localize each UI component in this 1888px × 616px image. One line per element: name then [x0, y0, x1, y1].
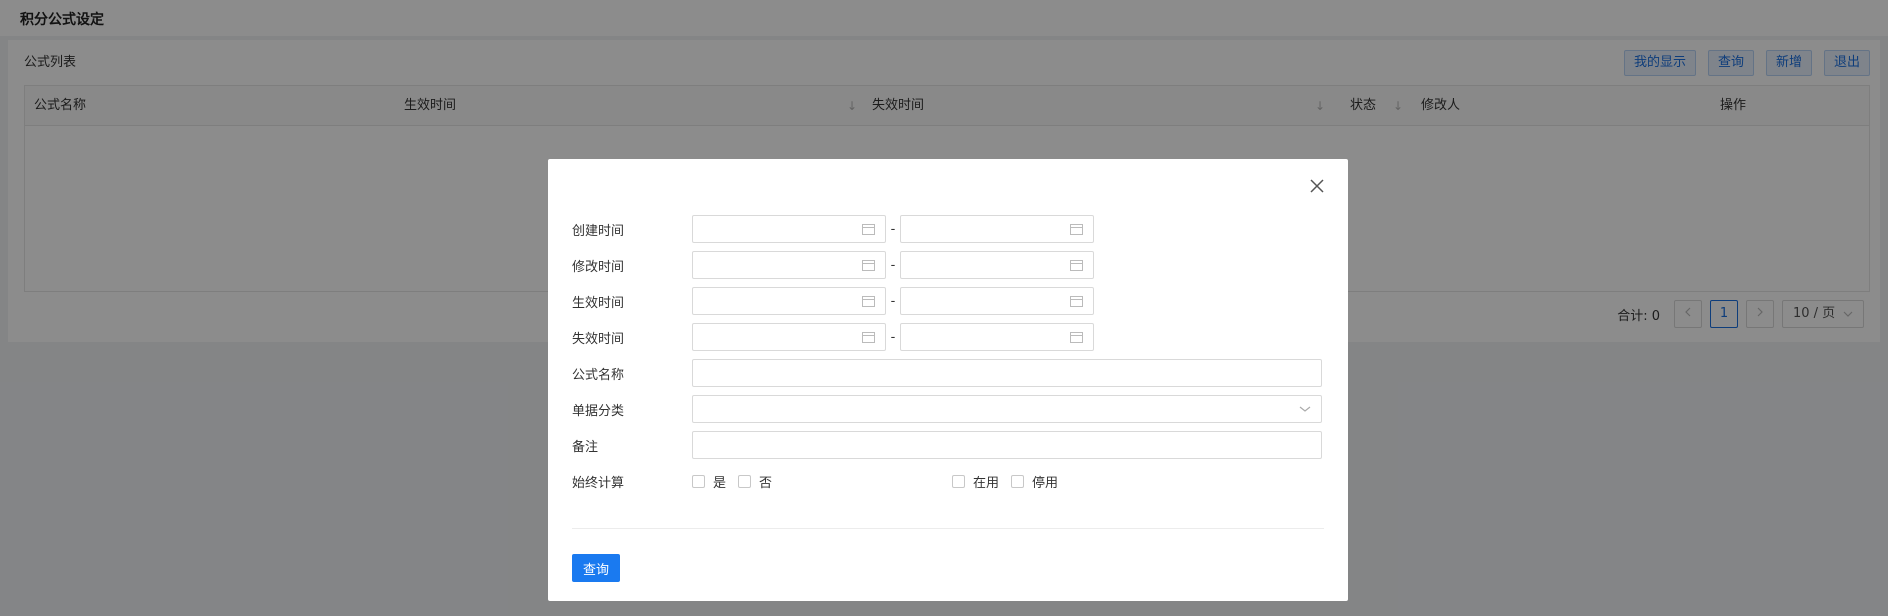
modified-time-label: 修改时间 [572, 259, 625, 275]
created-time-end-input[interactable] [900, 215, 1094, 243]
doc-category-label: 单据分类 [572, 403, 625, 419]
effective-time-start-input[interactable] [692, 287, 886, 315]
close-button[interactable] [1306, 175, 1328, 197]
formula-name-input[interactable] [692, 359, 1322, 387]
modal-divider [572, 528, 1324, 529]
expire-time-label: 失效时间 [572, 331, 625, 347]
always-calc-options: 是 否 [692, 472, 952, 491]
status-disabled-label[interactable]: 停用 [1032, 472, 1058, 491]
range-separator: - [890, 293, 896, 309]
always-calc-row: 始终计算 是 否 在用 停用 [572, 466, 1070, 496]
formula-name-row: 公式名称 [572, 358, 1322, 388]
range-separator: - [890, 257, 896, 273]
created-time-row: 创建时间 - [572, 214, 1094, 244]
effective-time-row: 生效时间 - [572, 286, 1094, 316]
calendar-icon [1070, 296, 1083, 307]
close-icon [1310, 179, 1324, 193]
modified-time-row: 修改时间 - [572, 250, 1094, 280]
always-calc-no-checkbox[interactable] [738, 474, 752, 488]
range-separator: - [890, 329, 896, 345]
status-in-use-checkbox[interactable] [952, 474, 965, 488]
doc-category-row: 单据分类 [572, 394, 1322, 424]
calendar-icon [862, 332, 875, 343]
expire-time-end-input[interactable] [900, 323, 1094, 351]
created-time-label: 创建时间 [572, 223, 625, 239]
modal-query-button[interactable]: 查询 [572, 554, 620, 582]
modified-time-end-input[interactable] [900, 251, 1094, 279]
always-calc-yes-label[interactable]: 是 [713, 472, 726, 491]
calendar-icon [862, 296, 875, 307]
created-time-start-input[interactable] [692, 215, 886, 243]
calendar-icon [862, 224, 875, 235]
chevron-down-icon [1299, 406, 1311, 412]
effective-time-label: 生效时间 [572, 295, 625, 311]
calendar-icon [1070, 332, 1083, 343]
modified-time-start-input[interactable] [692, 251, 886, 279]
search-modal: 创建时间 - 修改时间 - 生效时间 - 失效时间 - 公式名称 单据分类 备注… [548, 159, 1348, 601]
expire-time-start-input[interactable] [692, 323, 886, 351]
always-calc-no-label[interactable]: 否 [759, 472, 772, 491]
expire-time-row: 失效时间 - [572, 322, 1094, 352]
calendar-icon [1070, 224, 1083, 235]
doc-category-select[interactable] [692, 395, 1322, 423]
calendar-icon [1070, 260, 1083, 271]
status-disabled-checkbox[interactable] [1011, 474, 1025, 488]
remark-row: 备注 [572, 430, 1322, 460]
range-separator: - [890, 221, 896, 237]
status-in-use-label[interactable]: 在用 [973, 472, 999, 491]
effective-time-end-input[interactable] [900, 287, 1094, 315]
calendar-icon [862, 260, 875, 271]
always-calc-yes-checkbox[interactable] [692, 474, 705, 488]
remark-input[interactable] [692, 431, 1322, 459]
formula-name-label: 公式名称 [572, 367, 625, 383]
always-calc-label: 始终计算 [572, 475, 625, 491]
remark-label: 备注 [572, 439, 599, 455]
status-options: 在用 停用 [952, 472, 1070, 491]
